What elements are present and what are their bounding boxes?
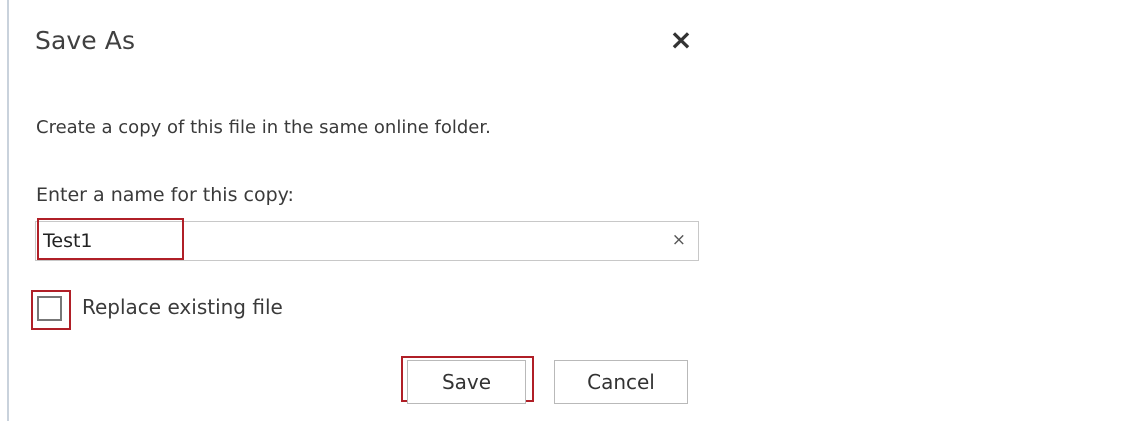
name-field-label: Enter a name for this copy: xyxy=(36,184,294,206)
cancel-button[interactable]: Cancel xyxy=(554,360,688,404)
replace-existing-label: Replace existing file xyxy=(82,295,283,319)
save-as-dialog: Save As × Create a copy of this file in … xyxy=(0,0,1135,421)
dialog-title: Save As xyxy=(35,26,136,55)
replace-existing-checkbox[interactable] xyxy=(37,296,62,321)
close-icon[interactable]: × xyxy=(665,24,697,56)
clear-icon[interactable]: × xyxy=(672,230,686,250)
dialog-description: Create a copy of this file in the same o… xyxy=(36,117,491,138)
copy-name-field[interactable]: × xyxy=(35,221,699,261)
copy-name-input[interactable] xyxy=(43,222,653,260)
save-button[interactable]: Save xyxy=(407,360,526,404)
